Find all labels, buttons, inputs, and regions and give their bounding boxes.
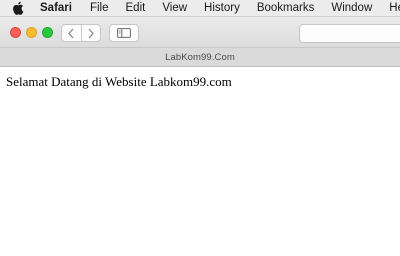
- sidebar-toggle-button[interactable]: [109, 24, 139, 42]
- chevron-right-icon: [88, 28, 94, 38]
- forward-button[interactable]: [80, 25, 101, 41]
- menu-bar: Safari File Edit View History Bookmarks …: [0, 0, 400, 17]
- menu-file[interactable]: File: [90, 0, 109, 16]
- menu-bookmarks[interactable]: Bookmarks: [257, 0, 315, 16]
- back-button[interactable]: [62, 25, 81, 41]
- menu-help[interactable]: Help: [389, 0, 400, 16]
- menu-app-safari[interactable]: Safari: [40, 0, 72, 16]
- chevron-left-icon: [68, 28, 74, 38]
- sidebar-icon: [117, 28, 131, 38]
- close-window-button[interactable]: [10, 27, 21, 38]
- browser-toolbar: [0, 17, 400, 47]
- web-content: Selamat Datang di Website Labkom99.com: [0, 67, 400, 256]
- page-heading: Selamat Datang di Website Labkom99.com: [6, 74, 232, 89]
- apple-icon[interactable]: [12, 1, 24, 15]
- tab-bar: LabKom99.Com: [0, 47, 400, 67]
- menu-history[interactable]: History: [204, 0, 240, 16]
- navigation-buttons: [61, 24, 101, 42]
- minimize-window-button[interactable]: [26, 27, 37, 38]
- tab-title[interactable]: LabKom99.Com: [165, 52, 235, 63]
- menu-window[interactable]: Window: [331, 0, 372, 16]
- zoom-window-button[interactable]: [42, 27, 53, 38]
- menu-view[interactable]: View: [162, 0, 187, 16]
- address-bar[interactable]: [299, 24, 400, 43]
- menu-edit[interactable]: Edit: [126, 0, 146, 16]
